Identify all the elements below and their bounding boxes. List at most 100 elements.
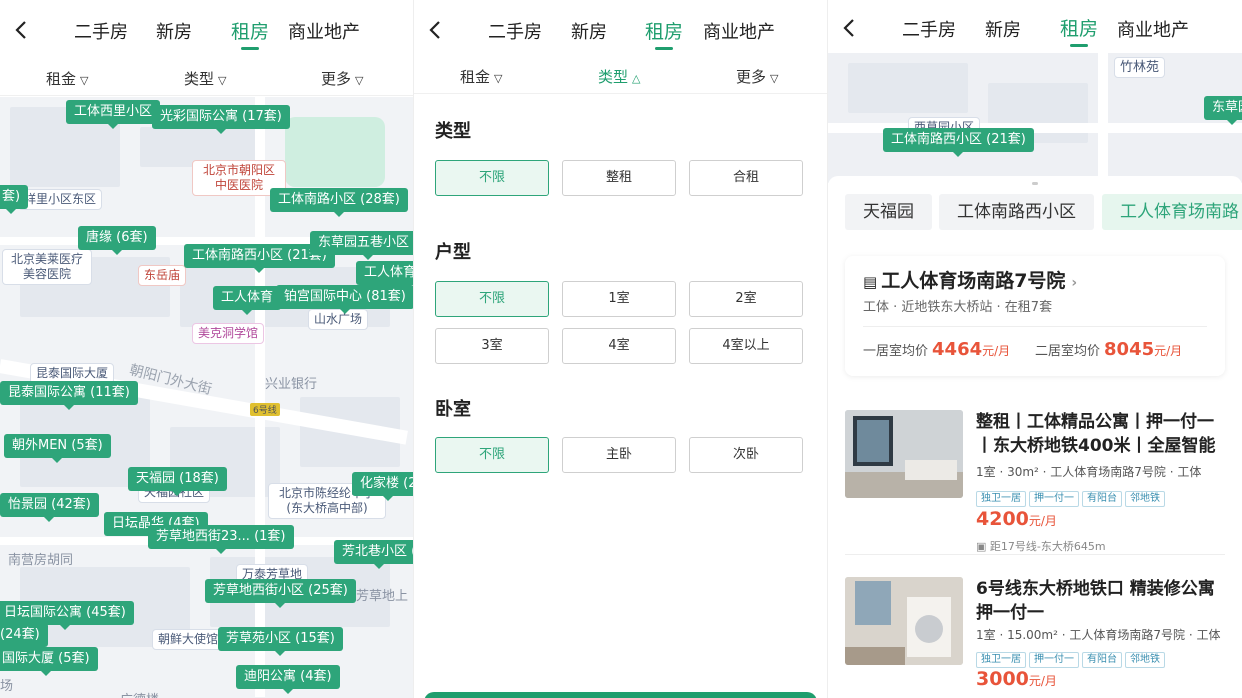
filter-more[interactable]: 更多 ▽ — [321, 68, 363, 89]
map-screen: 二手房 新房 租房 商业地产 租金 ▽ 类型 ▽ 更多 ▽ 北京市朝阳区中医医院 祥里… — [0, 0, 413, 698]
rental-pin[interactable]: 国际大厦 (5套) — [0, 647, 98, 676]
poi-hall[interactable]: 美克洞学馆 — [192, 323, 265, 344]
tab-second-hand[interactable]: 二手房 — [488, 18, 542, 44]
tab-new-house[interactable]: 新房 — [985, 16, 1021, 42]
estate-card[interactable]: ▤ 工人体育场南路7号院 › 工体 · 近地铁东大桥站 · 在租7套 一居室均价 44… — [845, 256, 1225, 376]
option-layout-any[interactable]: 不限 — [435, 281, 549, 317]
option-bedroom-second[interactable]: 次卧 — [689, 437, 803, 473]
map-block — [848, 63, 968, 113]
rental-pin[interactable]: 工人体育 — [213, 286, 282, 315]
rental-pin[interactable]: 芳北巷小区 ( — [334, 540, 413, 569]
section-title-type: 类型 — [435, 121, 471, 142]
confirm-button[interactable] — [424, 692, 817, 698]
rental-pin[interactable]: 昆泰国际公寓 (11套) — [0, 381, 138, 410]
price-value: 4200 — [976, 508, 1029, 530]
rental-pin[interactable]: 铂宫国际中心 (81套) — [276, 285, 413, 314]
tab-new-house[interactable]: 新房 — [571, 18, 607, 44]
option-type-whole[interactable]: 整租 — [562, 160, 676, 196]
rental-pin[interactable]: 唐缘 (6套) — [78, 226, 156, 255]
option-bedroom-master[interactable]: 主卧 — [562, 437, 676, 473]
tab-commercial[interactable]: 商业地产 — [288, 18, 360, 44]
avg-label: 二居室均价 — [1035, 344, 1101, 359]
filter-type[interactable]: 类型 ▽ — [184, 68, 226, 89]
filter-rent[interactable]: 租金 ▽ — [460, 66, 502, 87]
metro-line-label: 6号线 — [250, 403, 280, 416]
distance-text: 距17号线-东大桥645m — [989, 540, 1106, 553]
rental-pin[interactable]: 朝外MEN (5套) — [4, 434, 111, 463]
tab-rent[interactable]: 租房 — [231, 17, 269, 50]
sheet-handle[interactable] — [1032, 182, 1038, 185]
option-layout-4[interactable]: 4室 — [562, 328, 676, 364]
listing-title[interactable]: 6号线东大桥地铁口 精装修公寓 押一付一 — [976, 577, 1225, 625]
option-layout-1[interactable]: 1室 — [562, 281, 676, 317]
rental-pin-selected[interactable]: 工体南路西小区 (21套) — [883, 128, 1034, 157]
tab-second-hand[interactable]: 二手房 — [902, 16, 956, 42]
option-bedroom-any[interactable]: 不限 — [435, 437, 549, 473]
tab-commercial[interactable]: 商业地产 — [703, 18, 775, 44]
avg-price: 4464 — [932, 339, 983, 360]
avg-unit: 元/月 — [982, 344, 1011, 358]
option-layout-2[interactable]: 2室 — [689, 281, 803, 317]
estate-chip[interactable]: 工体南路西小区 — [939, 194, 1094, 230]
tag: 独卫一居 — [976, 491, 1026, 507]
poi-embassy[interactable]: 朝鲜大使馆 — [152, 629, 225, 650]
price-value: 3000 — [976, 668, 1029, 690]
back-arrow-icon[interactable] — [12, 18, 32, 42]
rental-pin[interactable]: 芳草苑小区 (15套) — [218, 627, 343, 656]
avg-unit: 元/月 — [1154, 344, 1183, 358]
avg-label: 一居室均价 — [863, 344, 929, 359]
listing-item[interactable]: 整租丨工体精品公寓丨押一付一丨东大桥地铁400米丨全屋智能 1室 · 30m² … — [845, 410, 1225, 560]
poi-plaza[interactable]: 山水广场 — [308, 309, 369, 330]
map-view[interactable]: 竹林苑 东草园 西草园小区 工体南路西小区 (21套) — [828, 53, 1242, 183]
tab-commercial[interactable]: 商业地产 — [1117, 16, 1189, 42]
rental-pin[interactable]: 日坛国际公寓 (45套) — [0, 601, 134, 630]
filter-more[interactable]: 更多 ▽ — [736, 66, 778, 87]
listing-item[interactable]: 6号线东大桥地铁口 精装修公寓 押一付一 1室 · 15.00m² · 工人体育… — [845, 577, 1225, 698]
rental-pin[interactable]: 工人体育 — [356, 261, 413, 290]
rental-pin[interactable]: 套) — [0, 185, 29, 214]
rental-pin[interactable]: 天福园 (18套) — [128, 467, 227, 496]
poi-temple[interactable]: 东岳庙 — [138, 265, 187, 286]
tag: 独卫一居 — [976, 652, 1026, 668]
option-type-shared[interactable]: 合租 — [689, 160, 803, 196]
estate-chip-selected[interactable]: 工人体育场南路 — [1102, 194, 1242, 230]
back-arrow-icon[interactable] — [426, 18, 446, 42]
tab-second-hand[interactable]: 二手房 — [74, 18, 128, 44]
poi-clinic[interactable]: 北京美莱医疗美容医院 — [2, 249, 92, 285]
rental-pin[interactable]: 光彩国际公寓 (17套) — [152, 105, 290, 134]
rental-pin[interactable]: 工体西里小区 — [66, 100, 161, 129]
filter-more-label: 更多 — [736, 68, 767, 86]
price-unit: 元/月 — [1028, 514, 1057, 528]
back-arrow-icon[interactable] — [840, 16, 860, 40]
chevron-up-icon: △ — [632, 72, 641, 85]
tab-rent[interactable]: 租房 — [645, 17, 683, 50]
estate-subtitle: 工体 · 近地铁东大桥站 · 在租7套 — [863, 300, 1053, 315]
poi-residential[interactable]: 竹林苑 — [1114, 57, 1166, 78]
rental-pin[interactable]: 怡景园 (42套) — [0, 493, 99, 522]
rental-pin[interactable]: 化家楼 (2 — [352, 472, 413, 501]
filter-bar: 租金 ▽ 类型 ▽ 更多 ▽ — [0, 58, 413, 96]
filter-type[interactable]: 类型 △ — [598, 66, 640, 87]
option-layout-4plus[interactable]: 4室以上 — [689, 328, 803, 364]
option-type-any[interactable]: 不限 — [435, 160, 549, 196]
rental-pin[interactable]: 芳草地西街小区 (25套) — [205, 579, 356, 608]
rental-pin[interactable]: 工体南路小区 (28套) — [270, 188, 408, 217]
option-layout-3[interactable]: 3室 — [435, 328, 549, 364]
rental-pin[interactable]: 东草园五巷小区 ( — [310, 231, 413, 260]
rental-pin[interactable]: 迪阳公寓 (4套) — [236, 665, 340, 694]
rental-pin[interactable]: 东草园 — [1204, 96, 1242, 125]
filter-type-label: 类型 — [598, 68, 629, 86]
listing-tags: 独卫一居 押一付一 有阳台 邻地铁 — [976, 647, 1168, 668]
listing-title[interactable]: 整租丨工体精品公寓丨押一付一丨东大桥地铁400米丨全屋智能 — [976, 410, 1225, 458]
map-view[interactable]: 北京市朝阳区中医医院 祥里小区东区 北京美莱医疗美容医院 东岳庙 山水广场 美克… — [0, 97, 413, 698]
tab-new-house[interactable]: 新房 — [156, 18, 192, 44]
poi-residential[interactable]: 祥里小区东区 — [18, 189, 103, 210]
rental-pin[interactable]: 芳草地西街23... (1套) — [148, 525, 294, 554]
tab-rent[interactable]: 租房 — [1060, 14, 1098, 47]
filter-rent[interactable]: 租金 ▽ — [46, 68, 88, 89]
filter-rent-label: 租金 — [46, 70, 77, 88]
section-title-layout: 户型 — [435, 242, 471, 263]
estate-chip[interactable]: 天福园 — [845, 194, 932, 230]
rental-pin[interactable]: (24套) — [0, 623, 48, 652]
estate-title[interactable]: ▤ 工人体育场南路7号院 › — [863, 266, 1077, 293]
